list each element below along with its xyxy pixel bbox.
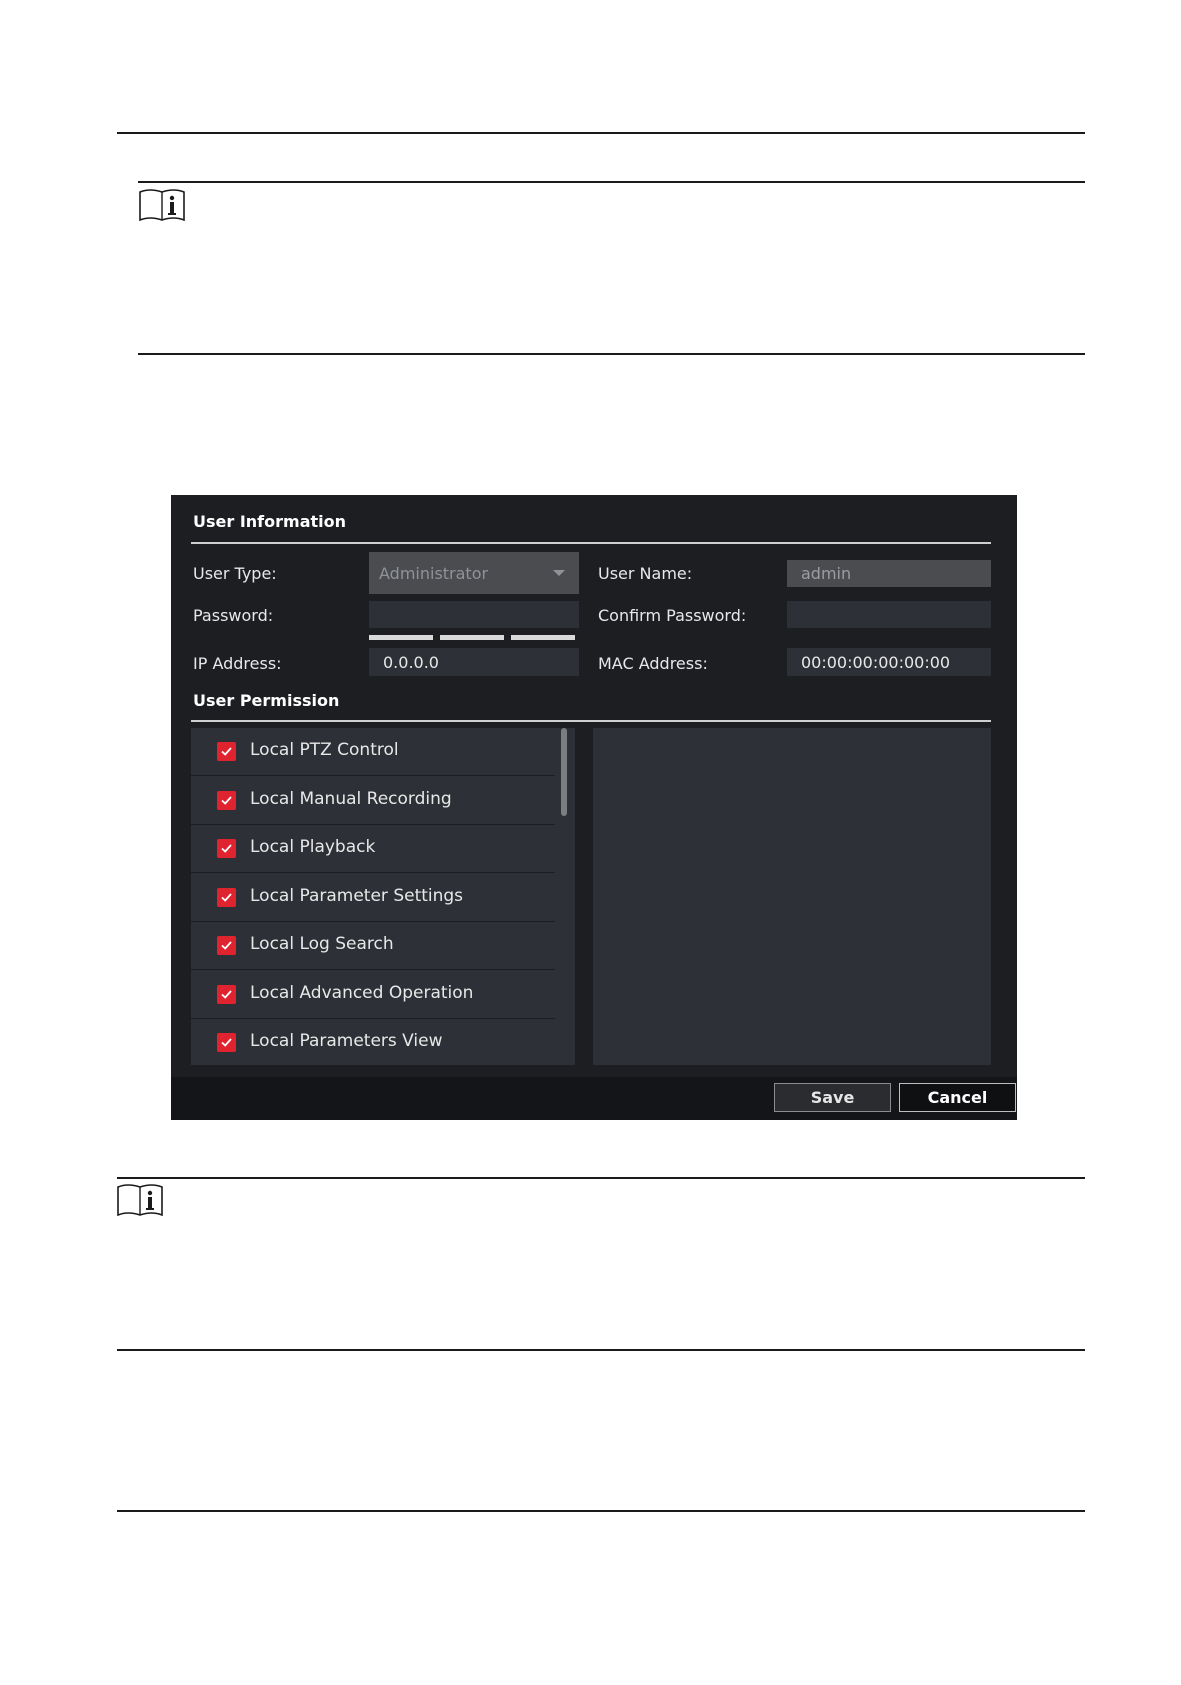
permission-checkbox[interactable] — [217, 790, 236, 810]
check-icon — [221, 941, 232, 950]
cancel-button[interactable]: Cancel — [899, 1083, 1016, 1112]
check-icon — [221, 844, 232, 853]
footer-rule — [117, 1510, 1085, 1512]
user-edit-dialog: User Information User Type: Administrato… — [171, 495, 1017, 1120]
user-permission-rule — [191, 720, 991, 722]
check-icon — [221, 989, 232, 999]
permission-item-label: Local Log Search — [250, 934, 394, 954]
password-field[interactable] — [369, 601, 579, 628]
check-icon — [221, 892, 232, 902]
permission-checkbox[interactable] — [217, 887, 236, 907]
permission-detail-panel — [593, 728, 991, 1065]
dialog-footer: Save Cancel — [171, 1077, 1017, 1120]
user-information-title: User Information — [193, 512, 346, 531]
permission-list[interactable]: Local PTZ Control Local Manual Recording L… — [191, 728, 575, 1065]
check-icon — [221, 747, 232, 756]
header-rule — [117, 132, 1085, 134]
permission-item-label: Local Parameters View — [250, 1031, 443, 1051]
permission-item[interactable]: Local Parameters View — [191, 1019, 555, 1065]
user-type-value: Administrator — [379, 563, 489, 583]
user-name-value: admin — [801, 564, 852, 583]
password-strength-bar-2 — [440, 635, 504, 640]
ip-address-field[interactable]: 0.0.0.0 — [369, 648, 579, 676]
note2-bottom-rule — [117, 1349, 1085, 1351]
note-top-rule — [138, 181, 1085, 183]
ip-address-label: IP Address: — [193, 654, 282, 673]
permission-checkbox[interactable] — [217, 1033, 236, 1052]
permission-checkbox[interactable] — [217, 742, 236, 761]
permission-list-scrollbar[interactable] — [561, 728, 567, 816]
user-information-rule — [191, 542, 991, 544]
permission-item-label: Local Parameter Settings — [250, 885, 464, 906]
password-label: Password: — [193, 606, 274, 625]
password-strength-bar-3 — [511, 635, 575, 640]
mac-address-value: 00:00:00:00:00:00 — [801, 652, 951, 672]
check-icon — [221, 1038, 232, 1047]
chevron-down-icon — [553, 570, 565, 576]
mac-address-field[interactable]: 00:00:00:00:00:00 — [787, 648, 991, 676]
permission-item[interactable]: Local Parameter Settings — [191, 874, 555, 922]
permission-item-label: Local Manual Recording — [250, 788, 452, 809]
permission-item-label: Local Playback — [250, 837, 376, 857]
note2-top-rule — [117, 1177, 1085, 1179]
user-permission-title: User Permission — [193, 691, 340, 710]
save-button[interactable]: Save — [774, 1083, 891, 1112]
check-icon — [221, 795, 232, 805]
ip-address-value: 0.0.0.0 — [383, 652, 439, 672]
confirm-password-label: Confirm Password: — [598, 606, 747, 625]
password-strength-bar-1 — [369, 635, 433, 640]
note-bottom-rule — [138, 353, 1085, 355]
permission-item[interactable]: Local Advanced Operation — [191, 971, 555, 1019]
permission-item[interactable]: Local Log Search — [191, 922, 555, 970]
permission-item[interactable]: Local Manual Recording — [191, 777, 555, 825]
permission-item[interactable]: Local Playback — [191, 825, 555, 873]
user-name-label: User Name: — [598, 564, 693, 583]
user-name-field[interactable]: admin — [787, 560, 991, 587]
permission-checkbox[interactable] — [217, 936, 236, 955]
permission-item[interactable]: Local PTZ Control — [191, 728, 555, 776]
permission-checkbox[interactable] — [217, 839, 236, 858]
permission-item-label: Local Advanced Operation — [250, 982, 474, 1003]
mac-address-label: MAC Address: — [598, 654, 708, 673]
confirm-password-field[interactable] — [787, 601, 991, 628]
info-book-icon — [138, 188, 186, 222]
user-type-select[interactable]: Administrator — [369, 552, 579, 594]
permission-checkbox[interactable] — [217, 984, 236, 1004]
user-type-label: User Type: — [193, 564, 277, 583]
permission-item-label: Local PTZ Control — [250, 740, 399, 760]
info-book-icon — [116, 1183, 164, 1217]
